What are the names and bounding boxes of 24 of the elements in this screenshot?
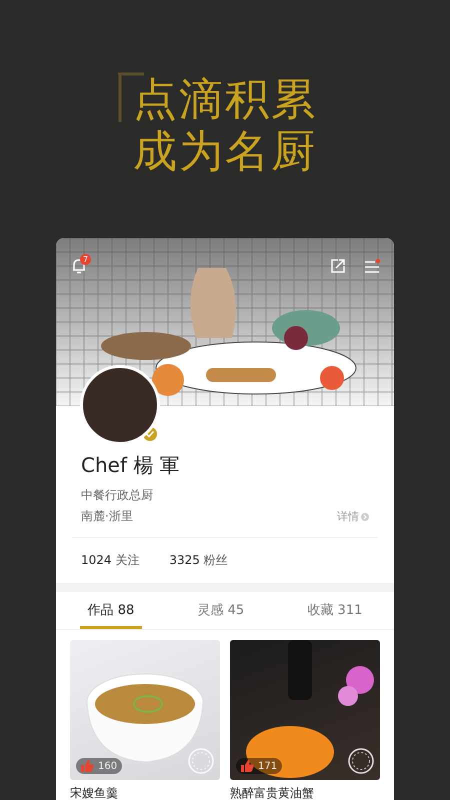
dish-title[interactable]: 宋嫂鱼羹 <box>70 786 220 800</box>
like-count: 160 <box>98 760 118 772</box>
profile-tab[interactable]: 收藏 311 <box>299 592 370 629</box>
profile-title: 中餐行政总厨 <box>81 487 154 504</box>
bell-icon[interactable] <box>72 258 86 274</box>
profile-name: Chef 楊 軍 <box>81 452 181 479</box>
stat-text[interactable]: 1024 关注 <box>81 552 140 569</box>
profile-tab[interactable]: 灵感 45 <box>190 592 252 629</box>
menu-icon[interactable] <box>364 258 380 274</box>
dish-photo[interactable]: 160 <box>70 640 220 780</box>
like-count: 171 <box>258 760 278 772</box>
stamp-icon <box>188 748 214 774</box>
headline-text: 成为名厨 <box>133 128 317 176</box>
dish-title[interactable]: 熟醉富贵黄油蟹 <box>230 786 380 800</box>
chevron-icon <box>361 512 369 520</box>
share-icon[interactable] <box>330 258 346 274</box>
thumbs-up-icon <box>81 760 94 772</box>
stat-text[interactable]: 3325 粉丝 <box>169 552 228 569</box>
profile-location: 南麓·浙里 <box>81 508 133 525</box>
thumbs-up-icon <box>241 760 254 772</box>
stamp-icon <box>348 748 374 774</box>
headline-text: 点滴积累 <box>133 76 317 124</box>
profile-tab[interactable]: 作品 88 <box>80 592 142 629</box>
dish-photo[interactable]: 171 <box>230 640 380 780</box>
